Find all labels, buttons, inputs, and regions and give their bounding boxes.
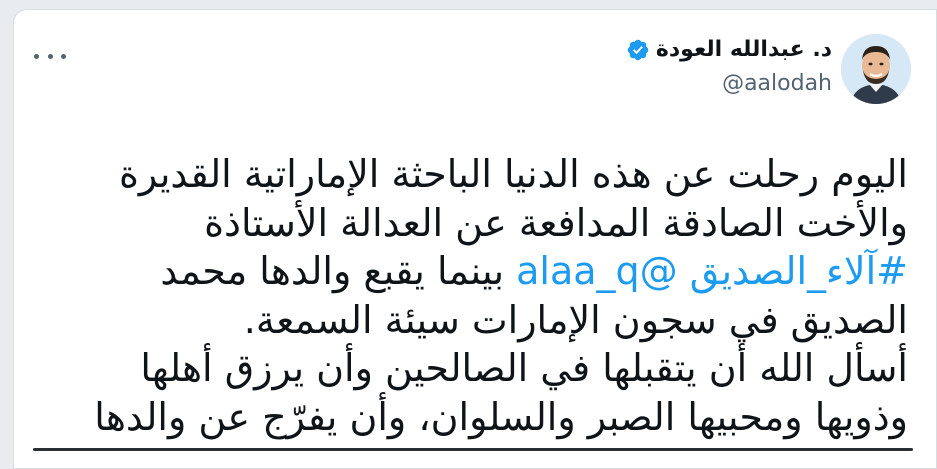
more-dot — [47, 53, 53, 59]
mention-link[interactable]: @alaa_q — [516, 249, 678, 293]
tweet-line: الصديق في سجون الإمارات سيئة السمعة. — [243, 297, 908, 342]
verified-badge-icon — [626, 38, 650, 62]
tweet-author[interactable]: د. عبدالله العودة @aalodah — [626, 36, 832, 98]
more-dot — [61, 53, 66, 59]
tweet-line: اليوم رحلت عن هذه الدنيا الباحثة الإمارا… — [118, 152, 908, 196]
author-display-name[interactable]: د. عبدالله العودة — [656, 36, 832, 64]
tweet-line-rest: بينما يقبع والدها محمد — [160, 249, 517, 293]
hashtag-link[interactable]: #آلاء_الصديق — [690, 249, 908, 293]
author-handle[interactable]: @aalodah — [626, 70, 832, 98]
tweet-line: وذويها ومحبيها الصبر والسلوان، وأن يفرّج… — [94, 394, 908, 439]
more-dot — [34, 53, 39, 59]
tweet-body: اليوم رحلت عن هذه الدنيا الباحثة الإمارا… — [94, 150, 908, 441]
more-options-icon[interactable] — [34, 46, 66, 66]
tweet-line-with-links: #آلاء_الصديق @alaa_q بينما يقبع والدها م… — [108, 247, 908, 296]
tweet-card[interactable]: د. عبدالله العودة @aalodah اليوم رحلت عن… — [13, 9, 937, 469]
tweet-line: أسأل الله أن يتقبلها في الصالحين وأن يرز… — [140, 346, 908, 390]
avatar[interactable] — [841, 34, 911, 104]
tweet-line: والأخت الصادقة المدافعة عن العدالة الأست… — [204, 200, 908, 245]
author-name-row: د. عبدالله العودة — [626, 36, 832, 64]
